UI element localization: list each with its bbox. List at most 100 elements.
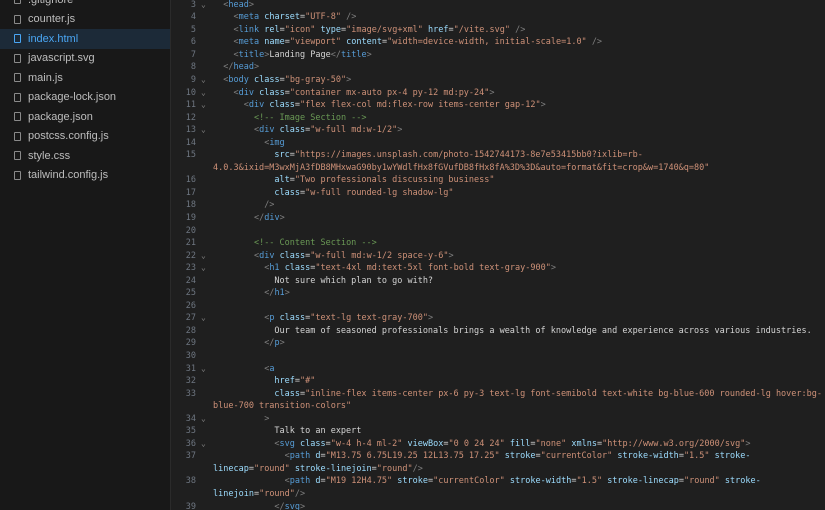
fold-chevron-icon[interactable]: ⌄ <box>201 74 206 87</box>
code-line[interactable]: 28 Our team of seasoned professionals br… <box>171 325 825 338</box>
code-editor[interactable]: 3 ⌄ <head> 4 <meta charset="UTF-8" /> 5 <li… <box>171 0 825 510</box>
token-str: "inline-flex items-center px-6 py-3 text… <box>305 388 823 399</box>
token-tag: head <box>233 62 254 73</box>
token-tag: div <box>264 213 280 223</box>
code-line[interactable]: 34 ⌄ > <box>171 413 825 426</box>
code-line[interactable]: 18 /> <box>171 199 825 212</box>
file-icon <box>14 73 21 83</box>
token-t <box>213 476 285 486</box>
code-line[interactable]: 33 class="inline-flex items-center px-6 … <box>171 388 825 401</box>
token-str: "w-full md:w-1/2 space-y-6" <box>310 250 449 261</box>
code-text: <head> <box>213 0 254 11</box>
code-line[interactable]: 12 <!-- Image Section --> <box>171 112 825 125</box>
code-line[interactable]: 35 Talk to an expert <box>171 425 825 438</box>
file-item[interactable]: .gitignore <box>0 0 170 10</box>
code-line[interactable]: 7 <title>Landing Page</title> <box>171 49 825 62</box>
code-line[interactable]: 36 ⌄ <svg class="w-4 h-4 ml-2" viewBox="0… <box>171 438 825 451</box>
token-t <box>213 238 254 248</box>
code-text: </head> <box>213 61 259 74</box>
code-text: <div class="w-full md:w-1/2 space-y-6"> <box>213 250 454 263</box>
token-attr: linejoin <box>213 489 254 500</box>
code-line[interactable]: linecap="round" stroke-linejoin="round"/… <box>171 463 825 476</box>
code-line[interactable]: 13 ⌄ <div class="w-full md:w-1/2"> <box>171 124 825 137</box>
token-attr: stroke-width <box>617 451 679 462</box>
line-number: 15 <box>185 150 196 161</box>
file-item[interactable]: index.html <box>0 29 170 49</box>
token-attr: stroke-width <box>509 476 572 487</box>
code-text: <a <box>213 363 274 376</box>
code-line[interactable]: 37 <path d="M13.75 6.75L19.25 12L13.75 1… <box>171 450 825 463</box>
fold-chevron-icon[interactable]: ⌄ <box>201 250 206 263</box>
token-str: "0 0 24 24" <box>448 438 505 449</box>
token-t <box>213 313 264 323</box>
file-list: .gitignore counter.js index.html javascript… <box>0 0 170 185</box>
file-item[interactable]: style.css <box>0 146 170 166</box>
line-number: 25 <box>185 288 196 299</box>
code-line[interactable]: 21 <!-- Content Section --> <box>171 237 825 250</box>
file-item[interactable]: javascript.svg <box>0 49 170 69</box>
code-line[interactable]: 19 </div> <box>171 212 825 225</box>
code-line[interactable]: 8 </head> <box>171 61 825 74</box>
code-line[interactable]: linejoin="round"/> <box>171 488 825 501</box>
file-item[interactable]: counter.js <box>0 10 170 30</box>
file-item[interactable]: main.js <box>0 68 170 88</box>
code-line[interactable]: 29 </p> <box>171 337 825 350</box>
fold-chevron-icon[interactable]: ⌄ <box>201 438 206 451</box>
code-line[interactable]: 26 <box>171 300 825 313</box>
token-str: "https://images.unsplash.com/photo-15427… <box>294 150 643 161</box>
code-line[interactable]: 23 ⌄ <h1 class="text-4xl md:text-5xl font… <box>171 262 825 275</box>
code-line[interactable]: 27 ⌄ <p class="text-lg text-gray-700"> <box>171 312 825 325</box>
token-t: Talk to an expert <box>213 426 362 437</box>
code-line[interactable]: 25 </h1> <box>171 287 825 300</box>
fold-chevron-icon[interactable]: ⌄ <box>201 87 206 100</box>
code-line[interactable]: 22 ⌄ <div class="w-full md:w-1/2 space-y-… <box>171 250 825 263</box>
code-line[interactable]: 30 <box>171 350 825 363</box>
code-line[interactable]: 9 ⌄ <body class="bg-gray-50"> <box>171 74 825 87</box>
code-text: <title>Landing Page</title> <box>213 49 371 62</box>
file-item[interactable]: postcss.config.js <box>0 127 170 147</box>
code-text: linecap="round" stroke-linejoin="round"/… <box>213 463 423 476</box>
code-line[interactable]: 16 alt="Two professionals discussing bus… <box>171 174 825 187</box>
code-line[interactable]: 3 ⌄ <head> <box>171 0 825 11</box>
file-name: javascript.svg <box>28 52 95 65</box>
token-attr: href <box>274 376 295 387</box>
fold-chevron-icon[interactable]: ⌄ <box>201 99 206 112</box>
fold-chevron-icon[interactable]: ⌄ <box>201 413 206 426</box>
token-punc: </ <box>264 288 275 299</box>
token-str: "width=device-width, initial-scale=1.0" <box>387 37 587 48</box>
file-item[interactable]: tailwind.config.js <box>0 166 170 186</box>
code-line[interactable]: blue-700 transition-colors" <box>171 400 825 413</box>
token-str: "round" <box>683 476 720 487</box>
code-line[interactable]: 15 src="https://images.unsplash.com/phot… <box>171 149 825 162</box>
code-line[interactable]: 4 <meta charset="UTF-8" /> <box>171 11 825 24</box>
fold-chevron-icon[interactable]: ⌄ <box>201 124 206 137</box>
token-str: "round" <box>259 489 295 500</box>
token-attr: stroke <box>504 451 536 462</box>
code-line[interactable]: 4.0.3&ixid=M3wxMjA3fDB8MHxwaG90by1wYWdlf… <box>171 162 825 175</box>
code-line[interactable]: 17 class="w-full rounded-lg shadow-lg" <box>171 187 825 200</box>
code-line[interactable]: 38 <path d="M19 12H4.75" stroke="current… <box>171 475 825 488</box>
token-attr: class <box>279 125 306 136</box>
code-line[interactable]: 31 ⌄ <a <box>171 363 825 376</box>
code-line[interactable]: 20 <box>171 225 825 238</box>
code-line[interactable]: 10 ⌄ <div class="container mx-auto px-4 p… <box>171 87 825 100</box>
file-item[interactable]: package-lock.json <box>0 88 170 108</box>
code-line[interactable]: 5 <link rel="icon" type="image/svg+xml" … <box>171 24 825 37</box>
file-icon <box>14 151 21 161</box>
code-line[interactable]: 24 Not sure which plan to go with? <box>171 275 825 288</box>
code-line[interactable]: 11 ⌄ <div class="flex flex-col md:flex-ro… <box>171 99 825 112</box>
fold-chevron-icon[interactable]: ⌄ <box>201 0 206 11</box>
fold-chevron-icon[interactable]: ⌄ <box>201 363 206 376</box>
code-line[interactable]: 6 <meta name="viewport" content="width=d… <box>171 36 825 49</box>
fold-chevron-icon[interactable]: ⌄ <box>201 262 206 275</box>
token-t <box>213 150 274 160</box>
line-number: 4 <box>190 12 196 23</box>
token-attr: href <box>428 24 449 35</box>
code-text: linejoin="round"/> <box>213 488 305 501</box>
fold-chevron-icon[interactable]: ⌄ <box>201 312 206 325</box>
code-line[interactable]: 14 <img <box>171 137 825 150</box>
code-line[interactable]: 32 href="#" <box>171 375 825 388</box>
file-item[interactable]: package.json <box>0 107 170 127</box>
code-line[interactable]: 39 </svg> <box>171 501 825 510</box>
token-str: "flex flex-col md:flex-row items-center … <box>300 100 541 111</box>
